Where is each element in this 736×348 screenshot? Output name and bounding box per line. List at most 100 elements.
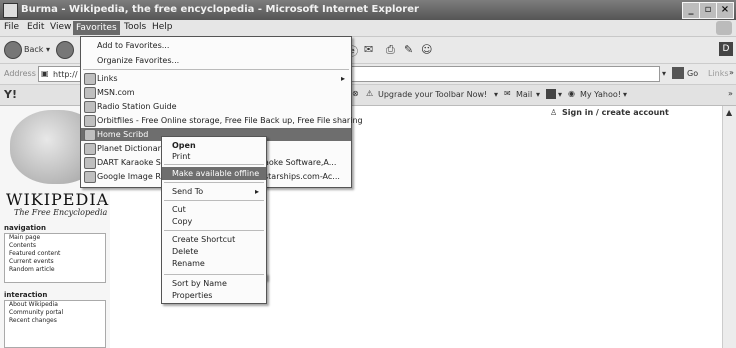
menu-file[interactable]: File [4, 22, 19, 32]
scroll-up-icon[interactable]: ▲ [726, 108, 732, 117]
mail-icon[interactable]: ✉ [364, 43, 373, 56]
context-item-label: Create Shortcut [172, 235, 236, 244]
favorites-item-orbitfiles[interactable]: Orbitfiles - Free Online storage, Free F… [81, 114, 363, 127]
yahoo-settings-icon[interactable]: ⊗ [352, 89, 359, 98]
title-bar: Burma - Wikipedia, the free encyclopedia… [0, 0, 736, 20]
upgrade-toolbar-link[interactable]: Upgrade your Toolbar Now! [378, 90, 487, 99]
context-item-label: Rename [172, 259, 205, 268]
context-item-label: Cut [172, 205, 186, 214]
nav-item-recent-changes[interactable]: Recent changes [5, 317, 105, 325]
folder-icon [84, 73, 96, 85]
print-icon[interactable]: ⎙ [386, 43, 395, 57]
menu-bar: File Edit View Favorites Tools Help [0, 20, 736, 37]
favorites-item-msn[interactable]: MSN.com [81, 86, 351, 99]
ie-page-icon [84, 157, 96, 169]
edit-icon[interactable]: ✎ [404, 43, 413, 56]
page-favicon-icon: ▣ [41, 69, 49, 78]
favorites-item-links[interactable]: Links ▸ [81, 72, 351, 85]
nav-item-random-article[interactable]: Random article [5, 266, 105, 274]
context-item-label: Sort by Name [172, 279, 227, 288]
submenu-arrow-icon: ▸ [341, 74, 346, 83]
minimize-button[interactable]: _ [682, 2, 700, 19]
forward-arrow-icon[interactable] [56, 41, 74, 59]
ie-page-icon [84, 101, 96, 113]
mail-dropdown-icon[interactable]: ▾ [536, 90, 540, 99]
back-button-label[interactable]: Back [24, 45, 43, 54]
menu-help[interactable]: Help [152, 22, 173, 32]
interaction-box: About Wikipedia Community portal Recent … [4, 300, 106, 348]
back-dropdown-icon[interactable]: ▾ [46, 45, 50, 54]
my-yahoo-icon: ◉ [568, 89, 575, 98]
wikipedia-tagline: The Free Encyclopedia [14, 208, 108, 217]
nav-item-main-page[interactable]: Main page [5, 234, 105, 242]
mail-envelope-icon: ✉ [504, 89, 511, 98]
favorites-item-label: Orbitfiles - Free Online storage, Free F… [97, 116, 363, 125]
wikipedia-wordmark[interactable]: WIKIPEDIA [6, 190, 109, 209]
nav-item-featured-content[interactable]: Featured content [5, 250, 105, 258]
organize-favorites-item[interactable]: Organize Favorites... [81, 54, 351, 67]
sign-in-link[interactable]: Sign in / create account [562, 108, 669, 117]
context-item-label: Make available offline [172, 169, 260, 178]
context-menu: Open Print Make available offline Send T… [161, 136, 267, 280]
menu-separator [164, 230, 264, 231]
nav-item-about-wikipedia[interactable]: About Wikipedia [5, 301, 105, 309]
menu-separator [164, 200, 264, 201]
my-yahoo-dropdown-icon[interactable]: ▾ [623, 90, 627, 99]
discuss-icon[interactable]: D [719, 42, 733, 56]
windows-logo-icon [716, 21, 732, 35]
yahoo-logo-icon[interactable]: Y! [4, 88, 17, 101]
toolbar-overflow-icon[interactable]: » [728, 89, 733, 98]
maximize-button[interactable]: ▫ [699, 2, 717, 19]
menu-edit[interactable]: Edit [27, 22, 44, 32]
menu-separator [83, 69, 349, 70]
context-item-label: Open [172, 141, 196, 150]
address-dropdown-icon[interactable]: ▾ [662, 69, 666, 78]
nav-item-current-events[interactable]: Current events [5, 258, 105, 266]
context-item-label: Send To [172, 187, 204, 196]
context-item-label: Print [172, 152, 191, 161]
vertical-scrollbar[interactable]: ▲ [722, 106, 736, 348]
nav-item-contents[interactable]: Contents [5, 242, 105, 250]
submenu-arrow-icon: ▸ [255, 187, 260, 196]
favorites-item-overflow-text: starships.com-Ac... [264, 172, 340, 181]
ie-page-icon [84, 143, 96, 155]
links-overflow-icon[interactable]: » [729, 68, 734, 77]
toolbar-dropdown-icon[interactable]: ▾ [494, 90, 498, 99]
warning-icon: ⚠ [366, 89, 374, 98]
menu-tools[interactable]: Tools [124, 22, 146, 32]
menu-favorites[interactable]: Favorites [73, 21, 120, 35]
context-item-print[interactable]: Print [162, 150, 266, 163]
nav-item-community-portal[interactable]: Community portal [5, 309, 105, 317]
context-item-label: Copy [172, 217, 193, 226]
context-item-properties[interactable]: Properties [162, 289, 266, 302]
add-to-favorites-label: Add to Favorites... [97, 41, 170, 50]
navigation-box: Main page Contents Featured content Curr… [4, 233, 106, 283]
news-dropdown-icon[interactable]: ▾ [558, 90, 562, 99]
context-menu-lower: Sort by Name Properties [161, 273, 267, 304]
favorites-item-overflow-text: aoke Software,A... [264, 158, 337, 167]
window-title: Burma - Wikipedia, the free encyclopedia… [21, 4, 419, 15]
add-to-favorites-item[interactable]: Add to Favorites... [81, 39, 351, 52]
user-icon: ♙ [550, 108, 558, 117]
context-item-copy[interactable]: Copy [162, 215, 266, 228]
context-item-send-to[interactable]: Send To ▸ [162, 185, 266, 198]
context-item-rename[interactable]: Rename [162, 257, 266, 270]
menu-view[interactable]: View [50, 22, 71, 32]
my-yahoo-button[interactable]: My Yahoo! [580, 90, 621, 99]
address-url: http:// [53, 70, 78, 79]
close-button[interactable]: × [716, 2, 734, 19]
context-item-label: Delete [172, 247, 199, 256]
address-label: Address [4, 69, 36, 78]
favorites-item-radio[interactable]: Radio Station Guide [81, 100, 351, 113]
news-icon[interactable] [546, 89, 556, 99]
menu-separator [164, 182, 264, 183]
menu-separator [164, 274, 264, 275]
context-item-label: Properties [172, 291, 213, 300]
yahoo-mail-button[interactable]: Mail [516, 90, 532, 99]
context-item-make-available-offline[interactable]: Make available offline [162, 167, 266, 180]
links-label[interactable]: Links [708, 69, 729, 78]
messenger-icon[interactable]: ☺ [421, 43, 432, 56]
back-arrow-icon[interactable] [4, 41, 22, 59]
go-arrow-icon[interactable] [672, 67, 684, 79]
go-button[interactable]: Go [687, 69, 698, 78]
